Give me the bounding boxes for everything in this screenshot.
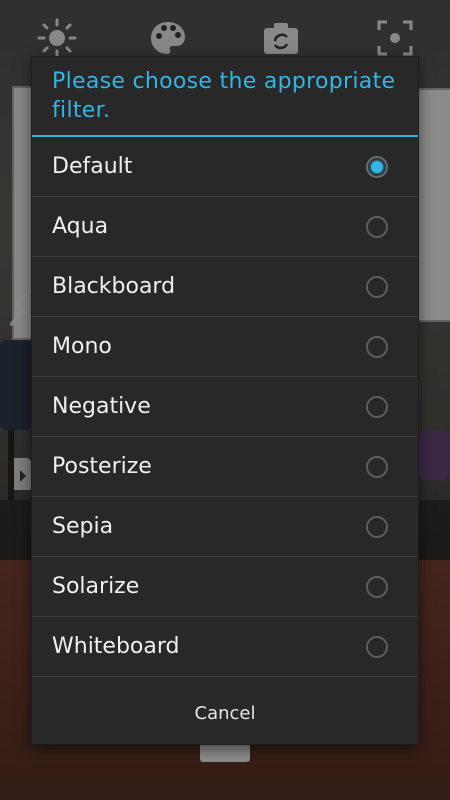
option-label: Default (52, 154, 133, 179)
radio-button[interactable] (366, 395, 388, 418)
filter-dialog: Please choose the appropriate filter. De… (32, 57, 418, 744)
option-label: Whiteboard (52, 634, 180, 659)
radio-button[interactable] (366, 335, 388, 358)
filter-option-blackboard[interactable]: Blackboard (32, 257, 418, 317)
filter-option-mono[interactable]: Mono (32, 317, 418, 377)
filter-option-default[interactable]: Default (32, 137, 418, 197)
radio-button[interactable] (366, 635, 388, 658)
option-label: Blackboard (52, 274, 176, 299)
radio-button[interactable] (366, 455, 388, 478)
radio-button[interactable] (366, 275, 388, 298)
filter-option-whiteboard[interactable]: Whiteboard (32, 617, 418, 677)
filter-option-sepia[interactable]: Sepia (32, 497, 418, 557)
option-label: Solarize (52, 574, 140, 599)
radio-button[interactable] (366, 515, 388, 538)
filter-options-list: Default Aqua Blackboard Mono Negative Posteri… (32, 137, 418, 677)
filter-option-solarize[interactable]: Solarize (32, 557, 418, 617)
option-label: Negative (52, 394, 151, 419)
filter-option-aqua[interactable]: Aqua (32, 197, 418, 257)
option-label: Mono (52, 334, 112, 359)
option-label: Sepia (52, 514, 114, 539)
cancel-button[interactable]: Cancel (32, 682, 418, 744)
radio-button[interactable] (366, 215, 388, 238)
option-label: Aqua (52, 214, 109, 239)
radio-button[interactable] (366, 575, 388, 598)
filter-option-posterize[interactable]: Posterize (32, 437, 418, 497)
filter-option-negative[interactable]: Negative (32, 377, 418, 437)
radio-button-checked[interactable] (366, 155, 388, 178)
dialog-footer: Cancel (32, 682, 418, 744)
dialog-title: Please choose the appropriate filter. (52, 69, 396, 123)
option-label: Posterize (52, 454, 152, 479)
